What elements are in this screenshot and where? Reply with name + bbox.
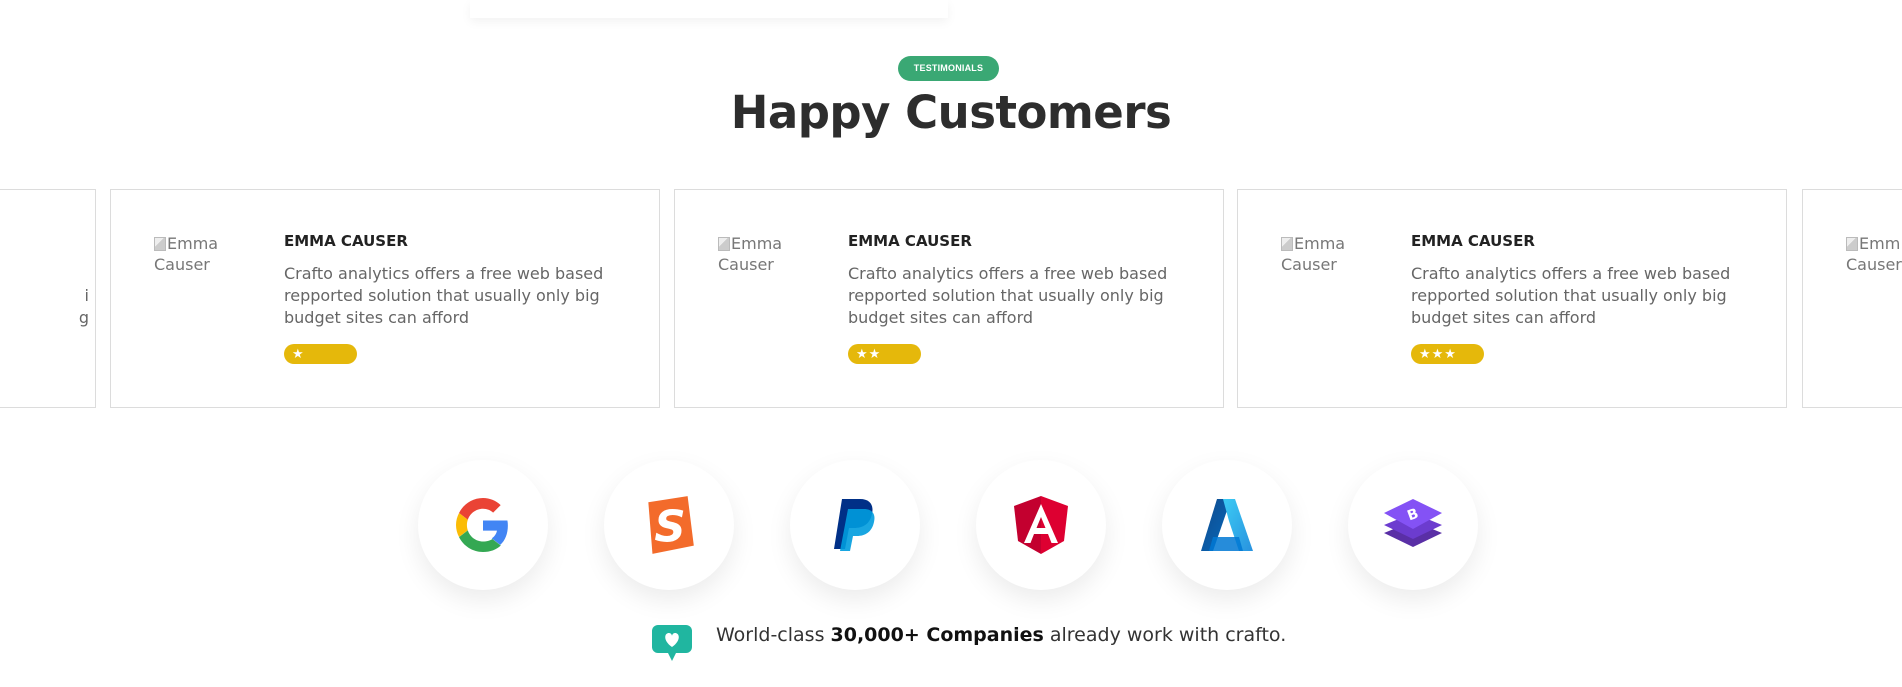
client-logo-azure[interactable] [1162,460,1292,590]
google-icon [456,498,508,552]
broken-image-icon [1846,237,1858,251]
section-badge: TESTIMONIALS [898,56,999,81]
avatar: Emma Causer [1281,234,1346,274]
paypal-icon [834,499,875,551]
client-logo-paypal[interactable] [790,460,920,590]
svg-text:S: S [654,503,685,553]
testimonial-text: Crafto analytics offers a free web based… [284,264,604,327]
testimonial-text: Crafto analytics offers a free web based… [848,264,1168,327]
avatar: Emma Causer [718,234,783,274]
avatar: Emm Causer [1846,234,1902,274]
smashing-icon: S [648,496,694,554]
companies-statement: World-class 30,000+ Companies already wo… [716,624,1287,646]
testimonial-name: EMMA CAUSER [284,232,408,250]
broken-image-icon [718,237,730,251]
previous-section-edge [470,0,948,18]
rating-stars: ★★★ [1411,344,1484,364]
bootstrap-icon: B [1384,499,1442,547]
companies-count: 30,000+ Companies [830,624,1044,646]
testimonial-card-partial-right[interactable]: Emm Causer [1802,189,1902,408]
testimonial-card-partial-left[interactable]: i g [0,189,96,408]
angular-icon [1014,496,1068,554]
testimonial-card[interactable]: Emma Causer EMMA CAUSER Crafto analytics… [1237,189,1787,408]
avatar: Emma Causer [154,234,219,274]
rating-stars: ★★ [848,344,921,364]
testimonial-name: EMMA CAUSER [1411,232,1535,250]
testimonial-card[interactable]: Emma Causer EMMA CAUSER Crafto analytics… [110,189,660,408]
client-logo-google[interactable] [418,460,548,590]
testimonial-card[interactable]: Emma Causer EMMA CAUSER Crafto analytics… [674,189,1224,408]
client-logo-smashing[interactable]: S [604,460,734,590]
testimonial-name: EMMA CAUSER [848,232,972,250]
section-title: Happy Customers [730,86,1172,139]
azure-icon [1201,499,1253,551]
testimonial-text: Crafto analytics offers a free web based… [1411,264,1731,327]
heart-chat-icon [652,625,692,661]
partial-card-text: i g [78,286,89,327]
client-logo-bootstrap[interactable]: B [1348,460,1478,590]
broken-image-icon [1281,237,1293,251]
rating-stars: ★ [284,344,357,364]
broken-image-icon [154,237,166,251]
client-logo-angular[interactable] [976,460,1106,590]
